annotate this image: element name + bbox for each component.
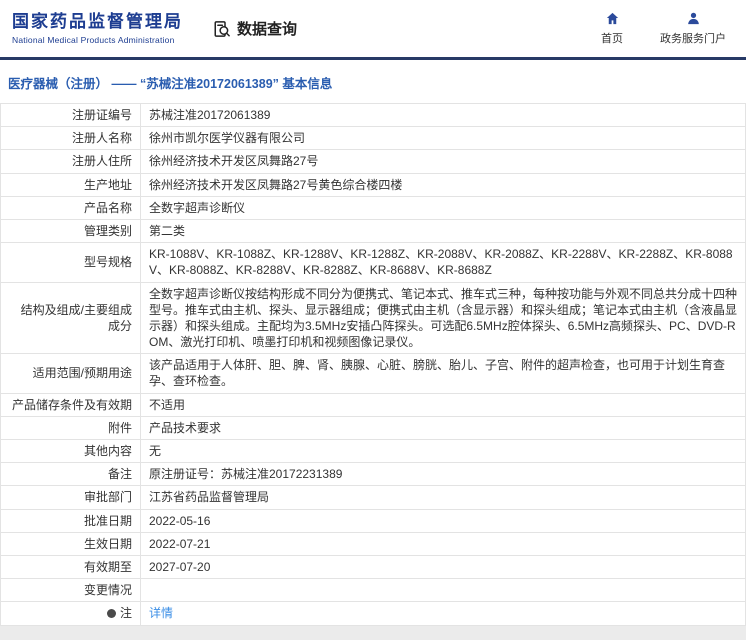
registration-info-table: 注册证编号 苏械注准20172061389 注册人名称 徐州市凯尔医学仪器有限公司 注册… bbox=[0, 102, 746, 626]
footer-strip bbox=[0, 625, 746, 640]
table-row: 审批部门 江苏省药品监督管理局 bbox=[0, 485, 746, 510]
row-label: 注册证编号 bbox=[0, 102, 141, 128]
details-link[interactable]: 详情 bbox=[149, 606, 173, 620]
row-value: 全数字超声诊断仪 bbox=[140, 195, 746, 220]
home-icon bbox=[606, 12, 618, 25]
note-icon bbox=[106, 609, 116, 619]
row-value: 无 bbox=[140, 438, 746, 464]
row-value: 全数字超声诊断仪按结构形成不同分为便携式、笔记本式、推车式三种，每种按功能与外观… bbox=[140, 281, 746, 355]
brand: 国家药品监督管理局 National Medical Products Admi… bbox=[12, 12, 183, 44]
row-label: 备注 bbox=[0, 462, 141, 487]
site-header: 国家药品监督管理局 National Medical Products Admi… bbox=[0, 0, 746, 57]
row-value: 徐州经济技术开发区凤舞路27号 bbox=[140, 149, 746, 174]
row-label: 适用范围/预期用途 bbox=[0, 353, 141, 394]
row-value: KR-1088V、KR-1088Z、KR-1288V、KR-1288Z、KR-2… bbox=[140, 242, 746, 283]
table-row: 附件 产品技术要求 bbox=[0, 415, 746, 441]
table-row: 注册人名称 徐州市凯尔医学仪器有限公司 bbox=[0, 126, 746, 151]
brand-title-en: National Medical Products Administration bbox=[12, 34, 175, 45]
info-table-body: 注册证编号 苏械注准20172061389 注册人名称 徐州市凯尔医学仪器有限公司 注册… bbox=[0, 102, 746, 626]
row-label: 注册人名称 bbox=[0, 126, 141, 151]
row-value: 原注册证号：苏械注准20172231389 bbox=[140, 462, 746, 487]
table-row: 产品储存条件及有效期 不适用 bbox=[0, 392, 746, 417]
table-row: 有效期至 2027-07-20 bbox=[0, 554, 746, 580]
breadcrumb: 医疗器械（注册） —— “苏械注准20172061389” 基本信息 bbox=[8, 77, 333, 91]
row-value: 产品技术要求 bbox=[140, 415, 746, 441]
row-label: 注册人住所 bbox=[0, 149, 141, 174]
user-icon bbox=[687, 12, 699, 25]
table-row: 备注 原注册证号：苏械注准20172231389 bbox=[0, 462, 746, 487]
row-label: 生效日期 bbox=[0, 531, 141, 556]
row-value: 不适用 bbox=[140, 392, 746, 417]
row-label: 有效期至 bbox=[0, 554, 141, 580]
row-value: 2022-05-16 bbox=[140, 508, 746, 533]
row-label: 审批部门 bbox=[0, 485, 141, 510]
page: 国家药品监督管理局 National Medical Products Admi… bbox=[0, 0, 746, 640]
row-value: 苏械注准20172061389 bbox=[140, 102, 746, 128]
nav-portal[interactable]: 政务服务门户 bbox=[660, 11, 726, 46]
row-label: 型号规格 bbox=[0, 242, 141, 283]
table-row: 批准日期 2022-05-16 bbox=[0, 508, 746, 533]
row-value bbox=[140, 578, 746, 603]
row-label: 变更情况 bbox=[0, 578, 141, 603]
table-row: 生产地址 徐州经济技术开发区凤舞路27号黄色综合楼四楼 bbox=[0, 172, 746, 197]
data-query-icon bbox=[214, 20, 230, 37]
table-row: 型号规格 KR-1088V、KR-1088Z、KR-1288V、KR-1288Z、… bbox=[0, 242, 746, 283]
row-label: 其他内容 bbox=[0, 438, 141, 464]
row-label: 注 bbox=[0, 601, 141, 626]
row-value: 徐州经济技术开发区凤舞路27号黄色综合楼四楼 bbox=[140, 172, 746, 197]
row-label: 附件 bbox=[0, 415, 141, 441]
row-value: 徐州市凯尔医学仪器有限公司 bbox=[140, 126, 746, 151]
table-row: 管理类别 第二类 bbox=[0, 218, 746, 244]
row-value: 详情 bbox=[140, 601, 746, 626]
brand-title-cn: 国家药品监督管理局 bbox=[12, 12, 183, 32]
nav-portal-label: 政务服务门户 bbox=[660, 33, 726, 45]
row-value: 江苏省药品监督管理局 bbox=[140, 485, 746, 510]
header-nav: 首页 政务服务门户 bbox=[594, 11, 734, 46]
table-row: 产品名称 全数字超声诊断仪 bbox=[0, 195, 746, 220]
nav-home-label: 首页 bbox=[601, 33, 623, 45]
row-label: 结构及组成/主要组成成分 bbox=[0, 281, 141, 355]
table-row: 注册证编号 苏械注准20172061389 bbox=[0, 102, 746, 128]
table-row: 变更情况 bbox=[0, 578, 746, 603]
row-label: 产品名称 bbox=[0, 195, 141, 220]
table-row: 注详情 bbox=[0, 601, 746, 626]
nav-home[interactable]: 首页 bbox=[594, 11, 630, 46]
row-label: 产品储存条件及有效期 bbox=[0, 392, 141, 417]
section-title: 数据查询 bbox=[213, 18, 297, 39]
table-row: 其他内容无 bbox=[0, 438, 746, 464]
table-row: 适用范围/预期用途 该产品适用于人体肝、胆、脾、肾、胰腺、心脏、膀胱、胎儿、子宫、… bbox=[0, 353, 746, 394]
row-label: 批准日期 bbox=[0, 508, 141, 533]
row-value: 第二类 bbox=[140, 218, 746, 244]
row-value: 该产品适用于人体肝、胆、脾、肾、胰腺、心脏、膀胱、胎儿、子宫、附件的超声检查，也… bbox=[140, 353, 746, 394]
row-value: 2027-07-20 bbox=[140, 554, 746, 580]
section-title-label: 数据查询 bbox=[237, 21, 298, 38]
row-label: 生产地址 bbox=[0, 172, 141, 197]
row-label: 管理类别 bbox=[0, 218, 141, 244]
table-row: 生效日期 2022-07-21 bbox=[0, 531, 746, 556]
row-value: 2022-07-21 bbox=[140, 531, 746, 556]
table-row: 注册人住所 徐州经济技术开发区凤舞路27号 bbox=[0, 149, 746, 174]
table-row: 结构及组成/主要组成成分 全数字超声诊断仪按结构形成不同分为便携式、笔记本式、推车… bbox=[0, 281, 746, 355]
